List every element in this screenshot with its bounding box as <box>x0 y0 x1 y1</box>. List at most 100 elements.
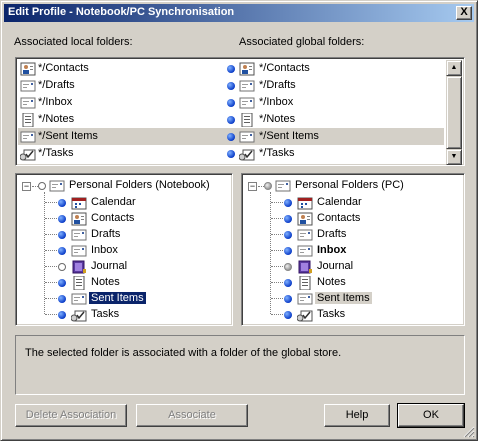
unassociated-dot-icon <box>38 182 46 190</box>
association-dot-icon <box>58 247 66 255</box>
mail-folder-icon <box>20 79 36 93</box>
edit-profile-dialog: Edit Profile - Notebook/PC Synchronisati… <box>0 0 478 441</box>
associate-button[interactable]: Associate <box>136 404 248 427</box>
title-bar[interactable]: Edit Profile - Notebook/PC Synchronisati… <box>4 4 474 22</box>
association-dot-icon <box>284 279 292 287</box>
association-row[interactable]: */Drafts */Drafts <box>18 77 444 94</box>
tree-connector <box>271 314 283 315</box>
tree-connector <box>271 218 283 219</box>
association-dot-icon <box>284 199 292 207</box>
local-folder-tree[interactable]: − Personal Folders (Notebook) Calendar Cont… <box>15 173 233 326</box>
tree-item[interactable]: Tasks <box>242 307 464 323</box>
association-dot-icon <box>58 295 66 303</box>
tree-item[interactable]: Notes <box>242 275 464 291</box>
tree-item-label: Journal <box>317 260 354 272</box>
association-list-scrollbar[interactable]: ▲ ▼ <box>446 60 462 165</box>
close-button[interactable]: X <box>456 6 472 20</box>
tree-connector <box>45 266 57 267</box>
calendar-icon <box>297 196 313 210</box>
tree-item-label: Tasks <box>91 308 120 320</box>
association-dot-icon <box>227 65 235 73</box>
scroll-up-button[interactable]: ▲ <box>446 60 462 76</box>
mail-folder-icon <box>71 292 87 306</box>
tree-item-label: Journal <box>91 260 128 272</box>
mail-folder-icon <box>239 96 255 110</box>
tree-connector <box>45 250 57 251</box>
global-folder-path: */Notes <box>259 113 296 125</box>
association-row[interactable]: */Notes */Notes <box>18 111 444 128</box>
tree-connector <box>271 234 283 235</box>
local-folder-path: */Drafts <box>38 79 75 91</box>
association-row[interactable]: */Tasks */Tasks <box>18 145 444 162</box>
collapse-toggle-icon[interactable]: − <box>248 182 257 191</box>
association-dot-icon <box>227 116 235 124</box>
tree-item-label: Notes <box>317 276 346 288</box>
tree-connector <box>45 314 57 315</box>
tree-item[interactable]: Notes <box>16 275 232 291</box>
tree-item[interactable]: Inbox <box>16 243 232 259</box>
association-dot-icon <box>227 150 235 158</box>
tree-item[interactable]: Inbox <box>242 243 464 259</box>
notes-icon <box>297 276 313 290</box>
global-folder-path: */Sent Items <box>259 130 319 142</box>
scroll-thumb[interactable] <box>446 76 462 149</box>
tree-item[interactable]: Journal <box>16 259 232 275</box>
tree-connector <box>271 202 283 203</box>
tree-connector <box>271 266 283 267</box>
tree-connector <box>45 218 57 219</box>
tree-item-label: Calendar <box>317 196 362 208</box>
global-folder-path: */Contacts <box>259 62 310 74</box>
mail-folder-icon <box>297 244 313 258</box>
tree-root-label[interactable]: Personal Folders (Notebook) <box>67 179 212 191</box>
ok-button[interactable]: OK <box>397 403 465 428</box>
tree-item[interactable]: Drafts <box>16 227 232 243</box>
tasks-icon <box>239 147 255 161</box>
tree-item[interactable]: Sent Items <box>16 291 232 307</box>
mail-folder-icon <box>20 96 36 110</box>
tree-item-label: Inbox <box>317 244 347 256</box>
tree-item[interactable]: Tasks <box>16 307 232 323</box>
tree-item-label: Drafts <box>317 228 347 240</box>
association-dot-icon <box>284 295 292 303</box>
tree-item[interactable]: Contacts <box>242 211 464 227</box>
tree-item[interactable]: Journal <box>242 259 464 275</box>
status-text: The selected folder is associated with a… <box>25 347 342 359</box>
association-dot-icon <box>58 215 66 223</box>
tree-connector <box>271 298 283 299</box>
tree-item[interactable]: Calendar <box>16 195 232 211</box>
tree-connector <box>45 282 57 283</box>
local-folder-path: */Tasks <box>38 147 74 159</box>
delete-association-button[interactable]: Delete Association <box>15 404 127 427</box>
notes-icon <box>71 276 87 290</box>
association-row[interactable]: */Sent Items */Sent Items <box>18 128 444 145</box>
association-dot-icon <box>284 231 292 239</box>
contacts-icon <box>71 212 87 226</box>
association-row[interactable]: */Contacts */Contacts <box>18 60 444 77</box>
tree-item[interactable]: Calendar <box>242 195 464 211</box>
tree-root-label[interactable]: Personal Folders (PC) <box>293 179 406 191</box>
association-row[interactable]: */Inbox */Inbox <box>18 94 444 111</box>
association-dot-icon <box>284 311 292 319</box>
association-dot-icon <box>227 99 235 107</box>
association-list[interactable]: ▲ ▼ */Contacts */Contacts */Drafts */Drafts… <box>15 57 465 166</box>
contacts-icon <box>297 212 313 226</box>
mail-folder-icon <box>297 228 313 242</box>
association-dot-icon <box>227 82 235 90</box>
global-folders-label: Associated global folders: <box>239 36 365 48</box>
local-folders-label: Associated local folders: <box>14 36 133 48</box>
global-folder-tree[interactable]: − Personal Folders (PC) Calendar Contacts Dr… <box>241 173 465 326</box>
tree-item[interactable]: Contacts <box>16 211 232 227</box>
tree-item-label: Sent Items <box>88 291 147 305</box>
collapse-toggle-icon[interactable]: − <box>22 182 31 191</box>
help-button[interactable]: Help <box>324 404 390 427</box>
mail-folder-icon <box>71 228 87 242</box>
association-dot-icon <box>58 279 66 287</box>
resize-grip-icon[interactable] <box>463 426 475 438</box>
tree-item-label: Contacts <box>91 212 135 224</box>
local-folder-path: */Contacts <box>38 62 89 74</box>
tree-item[interactable]: Drafts <box>242 227 464 243</box>
local-folder-path: */Notes <box>38 113 75 125</box>
scroll-down-button[interactable]: ▼ <box>446 149 462 165</box>
tree-item[interactable]: Sent Items <box>242 291 464 307</box>
tree-item-label: Contacts <box>317 212 361 224</box>
